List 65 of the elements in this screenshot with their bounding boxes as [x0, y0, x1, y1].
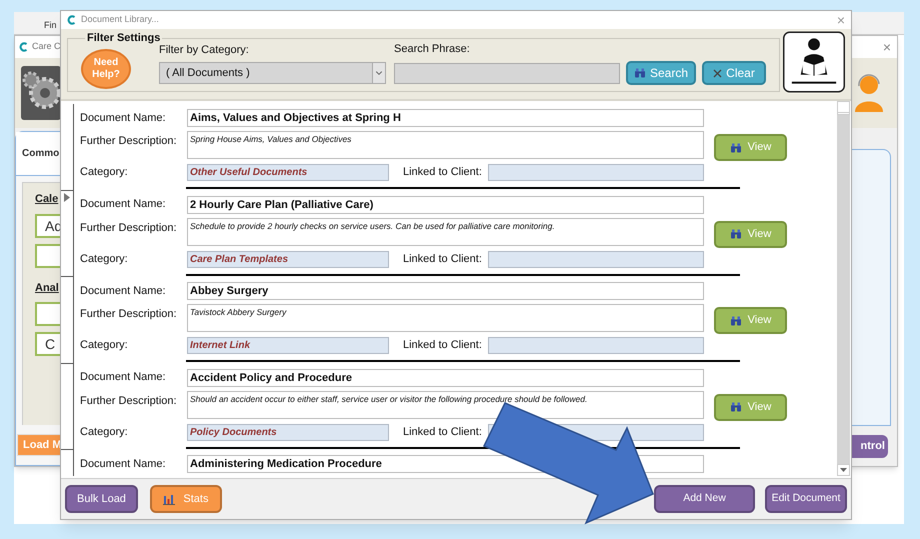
toolbar-item[interactable]: Fin [44, 18, 57, 32]
document-name-field[interactable]: 2 Hourly Care Plan (Palliative Care) [187, 196, 704, 214]
field-label: Search Phrase: [394, 42, 471, 56]
document-name-field[interactable]: Accident Policy and Procedure [187, 368, 704, 386]
document-name-field[interactable]: Abbey Surgery [187, 282, 704, 300]
field-label: Category: [80, 165, 129, 180]
field-label: Further Description: [80, 134, 178, 149]
bulk-load-button[interactable]: Bulk Load [65, 485, 138, 513]
record-selector[interactable] [61, 364, 74, 450]
field-label: Linked to Client: [403, 165, 483, 180]
field-label: Category: [80, 252, 129, 267]
control-button[interactable]: ntrol [852, 434, 888, 458]
binoculars-icon [730, 229, 742, 239]
linked-client-field[interactable] [488, 164, 704, 181]
field-label: Document Name: [80, 197, 167, 212]
category-dropdown[interactable]: ( All Documents ) [159, 62, 386, 84]
category-field[interactable]: Care Plan Templates [187, 250, 389, 268]
filter-legend: Filter Settings [85, 30, 162, 46]
scrollbar[interactable] [837, 103, 850, 476]
app-logo-icon [19, 42, 28, 52]
binoculars-icon [634, 68, 646, 78]
action-button[interactable]: Add New [654, 485, 755, 513]
category-field[interactable]: Internet Link [187, 337, 389, 354]
binoculars-icon [730, 316, 742, 326]
record-selector[interactable] [61, 277, 74, 364]
group-heading: Cale [35, 192, 60, 207]
field-label: Document Name: [80, 284, 167, 299]
action-button[interactable]: Edit Document [765, 485, 847, 513]
window-title: Care C [32, 40, 61, 54]
record-selector[interactable] [61, 104, 74, 190]
field-label: Linked to Client: [403, 252, 483, 267]
record-selector[interactable] [61, 190, 74, 277]
binoculars-icon [730, 402, 742, 412]
search-field[interactable] [394, 62, 620, 84]
binoculars-icon [730, 142, 742, 152]
close-icon [713, 68, 722, 78]
description-field[interactable]: Spring House Aims, Values and Objectives [187, 131, 704, 159]
description-field[interactable]: Should an accident occur to either staff, service user or visitor the following procedure should be followed. [187, 390, 704, 418]
chevron-down-icon [372, 63, 385, 83]
field-label: Further Description: [80, 220, 178, 236]
description-field[interactable]: Tavistock Abbery Surgery [187, 304, 704, 332]
reading-person-icon [783, 31, 845, 93]
field-label: Filter by Category: [159, 44, 250, 58]
field-label: Category: [80, 338, 129, 354]
close-icon[interactable]: × [882, 36, 891, 58]
field-label: Further Description: [80, 307, 178, 322]
field-label: Document Name: [80, 110, 167, 126]
user-headset-icon [853, 74, 885, 112]
field-label: Document Name: [80, 370, 167, 386]
field-label: Linked to Client: [403, 338, 483, 354]
group-heading: Anal [35, 280, 60, 296]
document-name-field[interactable]: Aims, Values and Objectives at Spring H [187, 109, 704, 127]
field-label: Further Description: [80, 394, 178, 408]
app-logo-icon [67, 15, 76, 25]
category-field[interactable]: Other Useful Documents [187, 164, 389, 181]
field-label: Category: [80, 424, 129, 440]
category-field[interactable]: Policy Documents [187, 424, 389, 440]
description-field[interactable]: Schedule to provide 2 hourly checks on service users. Can be used for palliative care monitoring. [187, 218, 704, 246]
linked-client-field[interactable] [488, 337, 704, 354]
field-label: Linked to Client: [403, 424, 483, 440]
linked-client-field[interactable] [488, 250, 704, 268]
dialog-title: Document Library... [81, 13, 159, 26]
scroll-thumb[interactable] [837, 101, 850, 113]
field-label: Document Name: [80, 456, 167, 472]
bar-chart-icon [163, 494, 176, 504]
